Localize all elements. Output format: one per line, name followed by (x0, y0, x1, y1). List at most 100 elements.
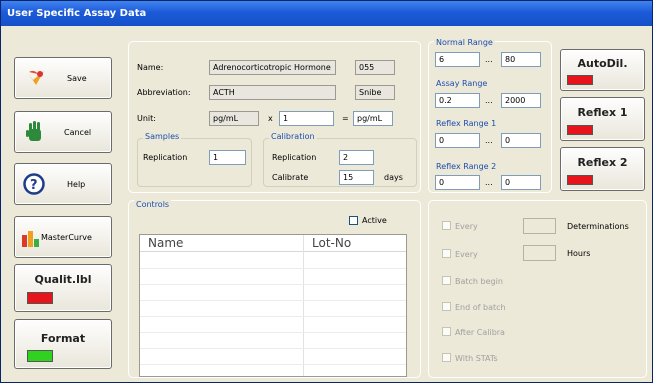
unit-result-input[interactable]: pg/mL (353, 111, 393, 126)
table-row (140, 300, 406, 301)
svg-text:?: ? (30, 178, 38, 193)
save-label: Save (67, 74, 87, 83)
help-label: Help (67, 180, 86, 189)
assay-range-low-input[interactable]: 0.2 (435, 93, 480, 108)
format-label: Format (40, 332, 86, 345)
qc-schedule-panel: Every Determinations Every Hours Batch b… (428, 200, 647, 378)
calibration-group-label: Calibration (269, 132, 317, 141)
autodil-label: AutoDil. (577, 57, 628, 70)
reflex-range-2-high-input[interactable]: 0 (501, 175, 541, 190)
determinations-input[interactable] (523, 218, 556, 234)
every-hours-checkbox[interactable] (442, 249, 451, 258)
equals-sign: = (342, 114, 349, 123)
reflex-2-color-indicator (567, 175, 593, 185)
mastercurve-button[interactable]: MasterCurve (14, 216, 112, 258)
name-code-field: 055 (355, 60, 395, 75)
unit-field: pg/mL (209, 111, 259, 126)
times-sign: x (268, 114, 273, 123)
reflex-range-1-high-input[interactable]: 0 (501, 133, 541, 148)
table-row (140, 364, 406, 365)
with-stats-label: With STATs (455, 354, 498, 363)
batch-begin-label: Batch begin (455, 277, 503, 286)
table-row (140, 348, 406, 349)
assay-info-panel: Name: Adrenocorticotropic Hormone 055 Ab… (128, 41, 421, 193)
end-of-batch-checkbox[interactable] (442, 302, 451, 311)
qualit-lbl-label: Qualit.lbl (34, 273, 92, 286)
window-title: User Specific Assay Data (1, 1, 652, 26)
unit-factor-input[interactable]: 1 (279, 111, 334, 126)
normal-range-label: Normal Range (434, 38, 495, 47)
manufacturer-field: Snibe (355, 85, 395, 100)
reflex-range-1-low-input[interactable]: 0 (435, 133, 480, 148)
reflex-range-2-separator: ... (485, 178, 493, 187)
help-icon: ? (23, 173, 45, 197)
batch-begin-checkbox[interactable] (442, 276, 451, 285)
unit-label: Unit: (137, 114, 156, 123)
samples-replication-input[interactable]: 1 (209, 150, 246, 165)
normal-range-separator: ... (485, 55, 493, 64)
ranges-panel: Normal Range 6 ... 80 Assay Range 0.2 ..… (428, 38, 552, 193)
calibration-replication-input[interactable]: 2 (339, 150, 374, 165)
column-divider (303, 235, 304, 376)
table-row (140, 332, 406, 333)
reflex-1-button[interactable]: Reflex 1 (560, 97, 645, 141)
every-determinations-checkbox[interactable] (442, 221, 451, 230)
samples-replication-label: Replication (143, 153, 188, 162)
column-name[interactable]: Name (148, 236, 183, 250)
autodil-color-indicator (567, 75, 593, 85)
after-calibra-checkbox[interactable] (442, 327, 451, 336)
hours-input[interactable] (523, 245, 556, 261)
name-field: Adrenocorticotropic Hormone (209, 60, 336, 75)
assay-range-label: Assay Range (434, 79, 490, 88)
mastercurve-label: MasterCurve (41, 233, 92, 242)
cancel-button[interactable]: Cancel (14, 111, 112, 153)
reflex-range-2-label: Reflex Range 2 (434, 162, 499, 171)
assay-dialog: User Specific Assay Data Save Cancel ? H… (0, 0, 653, 383)
controls-table[interactable]: Name Lot-No (139, 234, 407, 377)
mastercurve-icon (21, 229, 43, 249)
table-row (140, 268, 406, 269)
table-row (140, 284, 406, 285)
active-checkbox[interactable] (349, 216, 358, 225)
active-label: Active (362, 216, 387, 225)
format-button[interactable]: Format (14, 319, 112, 369)
controls-panel: Controls Active Name Lot-No (128, 200, 421, 378)
after-calibra-label: After Calibra (455, 328, 505, 337)
reflex-2-button[interactable]: Reflex 2 (560, 147, 645, 191)
controls-group-label: Controls (134, 200, 172, 209)
cancel-label: Cancel (64, 128, 92, 137)
determinations-label: Determinations (567, 222, 629, 231)
calibrate-label: Calibrate (272, 173, 309, 182)
controls-table-header: Name Lot-No (140, 235, 406, 252)
samples-group-label: Samples (143, 132, 182, 141)
table-row (140, 316, 406, 317)
every-determinations-label: Every (455, 222, 478, 231)
normal-range-low-input[interactable]: 6 (435, 52, 480, 67)
calibrate-days-input[interactable]: 15 (339, 170, 374, 185)
every-hours-label: Every (455, 250, 478, 259)
column-lot-no[interactable]: Lot-No (312, 236, 351, 250)
name-label: Name: (137, 63, 164, 72)
abbreviation-field: ACTH (209, 85, 336, 100)
qualit-lbl-button[interactable]: Qualit.lbl (14, 264, 112, 312)
reflex-1-label: Reflex 1 (577, 106, 628, 119)
format-color-indicator (27, 350, 53, 362)
end-of-batch-label: End of batch (455, 303, 506, 312)
days-label: days (384, 173, 403, 182)
reflex-range-1-label: Reflex Range 1 (434, 119, 499, 128)
hand-icon (25, 121, 45, 145)
calibration-replication-label: Replication (272, 153, 317, 162)
abbreviation-label: Abbreviation: (137, 88, 191, 97)
reflex-range-2-low-input[interactable]: 0 (435, 175, 480, 190)
autodil-button[interactable]: AutoDil. (560, 49, 645, 91)
with-stats-checkbox[interactable] (442, 353, 451, 362)
help-button[interactable]: ? Help (14, 163, 112, 205)
reflex-2-label: Reflex 2 (577, 156, 628, 169)
save-icon (26, 69, 46, 89)
reflex-range-1-separator: ... (485, 136, 493, 145)
normal-range-high-input[interactable]: 80 (501, 52, 541, 67)
assay-range-high-input[interactable]: 2000 (501, 93, 541, 108)
save-button[interactable]: Save (14, 57, 112, 99)
assay-range-separator: ... (485, 96, 493, 105)
hours-label: Hours (567, 249, 591, 258)
